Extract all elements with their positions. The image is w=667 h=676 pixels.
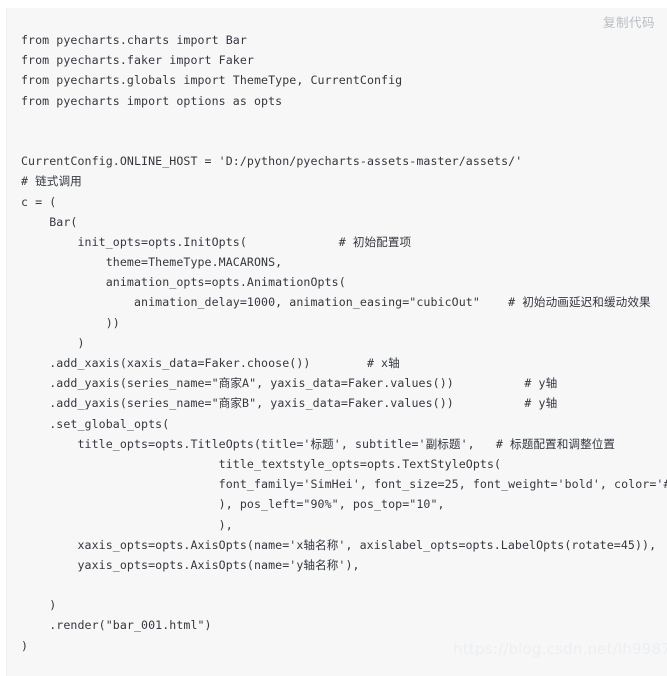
code-line: from pyecharts.charts import Bar xyxy=(21,33,247,47)
code-line: # 链式调用 xyxy=(21,174,82,189)
copy-code-button[interactable]: 复制代码 xyxy=(603,14,655,32)
code-line: init_opts=opts.InitOpts( # 初始配置项 xyxy=(21,234,412,249)
code-line: yaxis_opts=opts.AxisOpts(name='y轴名称'), xyxy=(21,557,360,572)
code-line: ), xyxy=(21,517,233,532)
code-snippet-container: 复制代码 from pyecharts.charts import Bar fro… xyxy=(0,0,667,676)
code-line: animation_opts=opts.AnimationOpts( xyxy=(21,275,346,290)
code-line: title_textstyle_opts=opts.TextStyleOpts( xyxy=(21,456,502,471)
code-line: .add_xaxis(xaxis_data=Faker.choose()) # … xyxy=(21,356,400,370)
code-line: xaxis_opts=opts.AxisOpts(name='x轴名称', ax… xyxy=(21,537,657,552)
code-content[interactable]: from pyecharts.charts import Bar from pye… xyxy=(7,30,667,656)
code-line: )) xyxy=(21,315,120,330)
code-line: animation_delay=1000, animation_easing="… xyxy=(21,295,651,310)
code-line: .set_global_opts( xyxy=(21,416,170,431)
code-line: font_family='SimHei', font_size=25, font… xyxy=(21,477,667,492)
code-block: 复制代码 from pyecharts.charts import Bar fro… xyxy=(6,8,667,676)
code-line: ) xyxy=(21,335,85,350)
code-line: ) xyxy=(21,598,57,613)
code-line: from pyecharts import options as opts xyxy=(21,93,283,108)
code-line: ) xyxy=(21,638,29,653)
code-line: title_opts=opts.TitleOpts(title='标题', su… xyxy=(21,436,616,451)
code-line: .render("bar_001.html") xyxy=(21,618,212,633)
code-line: Bar( xyxy=(21,214,78,229)
code-line: CurrentConfig.ONLINE_HOST = 'D:/python/p… xyxy=(21,154,523,169)
code-line: c = ( xyxy=(21,194,57,209)
code-line: from pyecharts.faker import Faker xyxy=(21,53,254,68)
code-line: ), pos_left="90%", pos_top="10", xyxy=(21,497,445,512)
code-line: .add_yaxis(series_name="商家A", yaxis_data… xyxy=(21,376,558,391)
code-line: from pyecharts.globals import ThemeType,… xyxy=(21,73,403,88)
code-line: theme=ThemeType.MACARONS, xyxy=(21,255,283,270)
code-line: .add_yaxis(series_name="商家B", yaxis_data… xyxy=(21,396,558,411)
